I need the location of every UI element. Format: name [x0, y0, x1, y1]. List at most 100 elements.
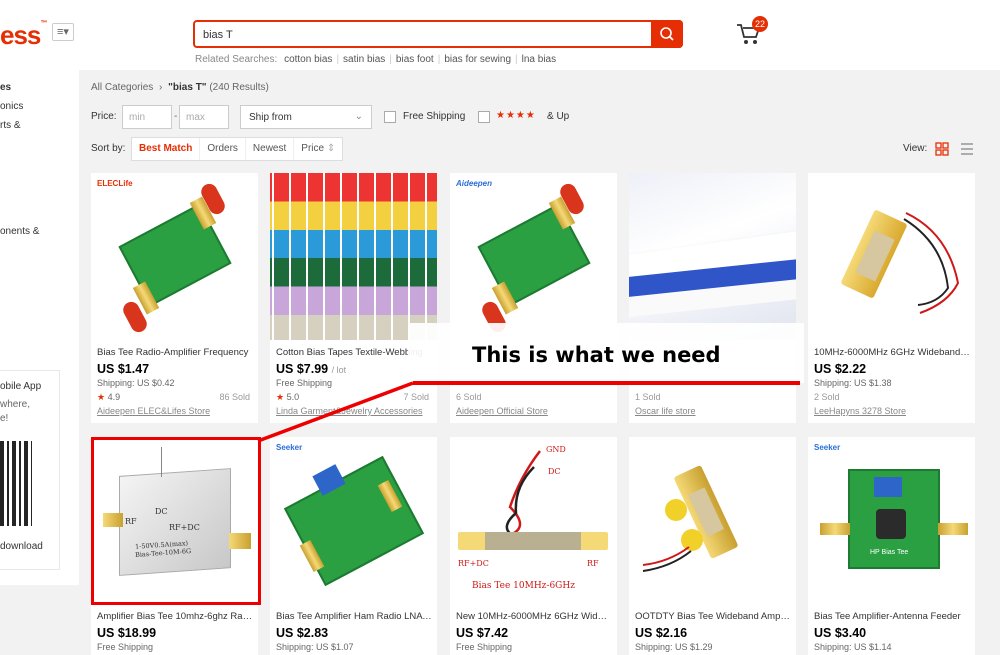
brand-logo: Aideepen [456, 179, 493, 188]
product-shipping: Shipping: US $0.42 [97, 378, 175, 388]
product-title[interactable]: New 10MHz-6000MHz 6GHz Wideband [456, 611, 612, 622]
sort-arrows-icon: ⇕ [326, 143, 336, 154]
product-sold: 6 Sold [456, 392, 482, 402]
search-icon [660, 27, 674, 41]
related-searches: Related Searches: cotton bias | satin bias… [195, 54, 557, 65]
sidebar-item[interactable]: rts & [0, 120, 21, 131]
sort-label: Sort by: [91, 143, 126, 154]
product-card[interactable]: Seeker HP Bias Tee Bias Tee Amplifier-An… [808, 437, 975, 655]
app-download-link[interactable]: download [0, 541, 43, 552]
product-card[interactable]: 10MHz-6000MHz 6GHz Wideband Bias US $2.2… [808, 173, 975, 423]
categories-menu-button[interactable]: ≡▾ [52, 23, 74, 41]
product-sold: 2 Sold [814, 392, 840, 402]
ship-from-label: Ship from [249, 112, 292, 123]
product-image[interactable]: Aideepen [450, 173, 617, 340]
free-shipping-checkbox[interactable] [384, 111, 396, 123]
product-image[interactable] [629, 173, 796, 340]
price-max-input[interactable]: max [179, 105, 229, 129]
product-image[interactable] [808, 173, 975, 340]
related-link[interactable]: lna bias [522, 54, 556, 65]
rating-checkbox[interactable] [478, 111, 490, 123]
product-price: US $7.99 / lot [276, 362, 346, 376]
product-card[interactable]: OOTDTY Bias Tee Wideband Amplifier US $2… [629, 437, 796, 655]
store-link[interactable]: Aideepen ELEC&Lifes Store [97, 406, 210, 416]
sidebar-item[interactable]: onents & [0, 226, 39, 237]
grid-view-icon[interactable] [935, 142, 949, 156]
product-price: US $2.16 [635, 626, 687, 640]
app-promo-title: obile App [0, 381, 42, 392]
star-icon: ★ [276, 392, 285, 402]
image-caption: Bias Tee 10MHz-6GHz [472, 581, 575, 591]
product-image[interactable]: Seeker HP Bias Tee [808, 437, 975, 604]
price-min-input[interactable]: min [122, 105, 172, 129]
store-link[interactable]: Oscar life store [635, 406, 696, 416]
product-title[interactable]: Bias Tee Amplifier Ham Radio LNA Low [276, 611, 432, 622]
related-link[interactable]: satin bias [343, 54, 385, 65]
mobile-app-promo: obile App where, e! download [0, 370, 60, 570]
breadcrumb-separator: › [159, 82, 163, 93]
product-shipping: Free Shipping [276, 378, 333, 388]
price-value: US $2.16 [635, 626, 688, 640]
product-title[interactable]: Amplifier Bias Tee 10mhz-6ghz Radio [97, 611, 253, 622]
sort-price[interactable]: Price ⇕ [294, 138, 342, 160]
product-shipping: Shipping: US $1.29 [635, 642, 713, 652]
product-card[interactable]: Seeker Bias Tee Amplifier Ham Radio LNA … [270, 437, 437, 655]
product-card[interactable]: GND DC RF+DC RF Bias Tee 10MHz-6GHz New … [450, 437, 617, 655]
view-label: View: [903, 143, 928, 154]
related-link[interactable]: cotton bias [284, 54, 332, 65]
product-title[interactable]: 10MHz-6000MHz 6GHz Wideband Bias [814, 347, 970, 358]
store-link[interactable]: Linda Garment&Jewelry Accessories [276, 406, 423, 416]
top-bar: ess™ ≡▾ Related Searches: cotton bias|sa… [0, 0, 1000, 70]
product-image[interactable]: GND DC RF+DC RF Bias Tee 10MHz-6GHz [450, 437, 617, 604]
free-shipping-label: Free Shipping [403, 111, 466, 122]
product-shipping: Free Shipping [456, 642, 513, 652]
product-sold: 86 Sold [219, 392, 250, 402]
and-up-label: & Up [547, 111, 570, 122]
product-shipping: Shipping: US $1.14 [814, 642, 892, 652]
highlight-box [91, 437, 261, 605]
cart-count-badge: 22 [752, 16, 768, 32]
product-card[interactable]: ELECLife Bias Tee Radio-Amplifier Freque… [91, 173, 258, 423]
breadcrumb-all-categories[interactable]: All Categories [91, 82, 153, 93]
product-price: US $18.99 [97, 626, 156, 640]
search-button[interactable] [651, 20, 683, 48]
ship-from-select[interactable]: Ship from ⌄ [240, 105, 372, 129]
sort-orders[interactable]: Orders [200, 138, 246, 160]
product-rating: ★ 4.9 [97, 392, 120, 403]
product-title[interactable]: Bias Tee Radio-Amplifier Frequency [97, 347, 253, 358]
search-box [193, 20, 683, 48]
sort-best-match[interactable]: Best Match [132, 138, 201, 160]
product-image[interactable] [629, 437, 796, 604]
price-value: US $7.42 [456, 626, 509, 640]
rating-value: 5.0 [286, 392, 300, 402]
product-image[interactable]: ELECLife [91, 173, 258, 340]
label-rfdc: RF+DC [458, 559, 489, 568]
product-title[interactable]: Bias Tee Amplifier-Antenna Feeder [814, 611, 970, 622]
brand-logo: Seeker [276, 443, 303, 452]
product-card[interactable]: Aideepen 6 Sold Aideepen Official Store [450, 173, 617, 423]
label-dc: DC [548, 467, 561, 476]
price-value: US $7.99 [276, 362, 329, 376]
annotation-text: This is what we need [472, 343, 721, 367]
board-label: HP Bias Tee [870, 549, 909, 556]
store-link[interactable]: Aideepen Official Store [456, 406, 548, 416]
product-image[interactable] [270, 173, 437, 340]
sidebar-item[interactable]: onics [0, 101, 23, 112]
product-card[interactable]: 1 Sold Oscar life store [629, 173, 796, 423]
product-image[interactable]: Seeker [270, 437, 437, 604]
product-rating: ★ 5.0 [276, 392, 299, 403]
related-link[interactable]: bias foot [396, 54, 434, 65]
list-view-icon[interactable] [960, 142, 974, 156]
site-logo[interactable]: ess™ [0, 20, 47, 51]
related-link[interactable]: bias for sewing [444, 54, 511, 65]
product-title[interactable]: OOTDTY Bias Tee Wideband Amplifier [635, 611, 791, 622]
price-value: US $3.40 [814, 626, 867, 640]
product-shipping: Free Shipping [97, 642, 154, 652]
sidebar-item[interactable]: es [0, 82, 11, 93]
search-input[interactable] [203, 26, 633, 44]
product-card[interactable]: Cotton Bias Tapes Textile-Webbing US $7.… [270, 173, 437, 423]
product-price: US $1.47 [97, 362, 149, 376]
store-link[interactable]: LeeHapyns 3278 Store [814, 406, 906, 416]
product-sold: 1 Sold [635, 392, 661, 402]
sort-newest[interactable]: Newest [246, 138, 295, 160]
